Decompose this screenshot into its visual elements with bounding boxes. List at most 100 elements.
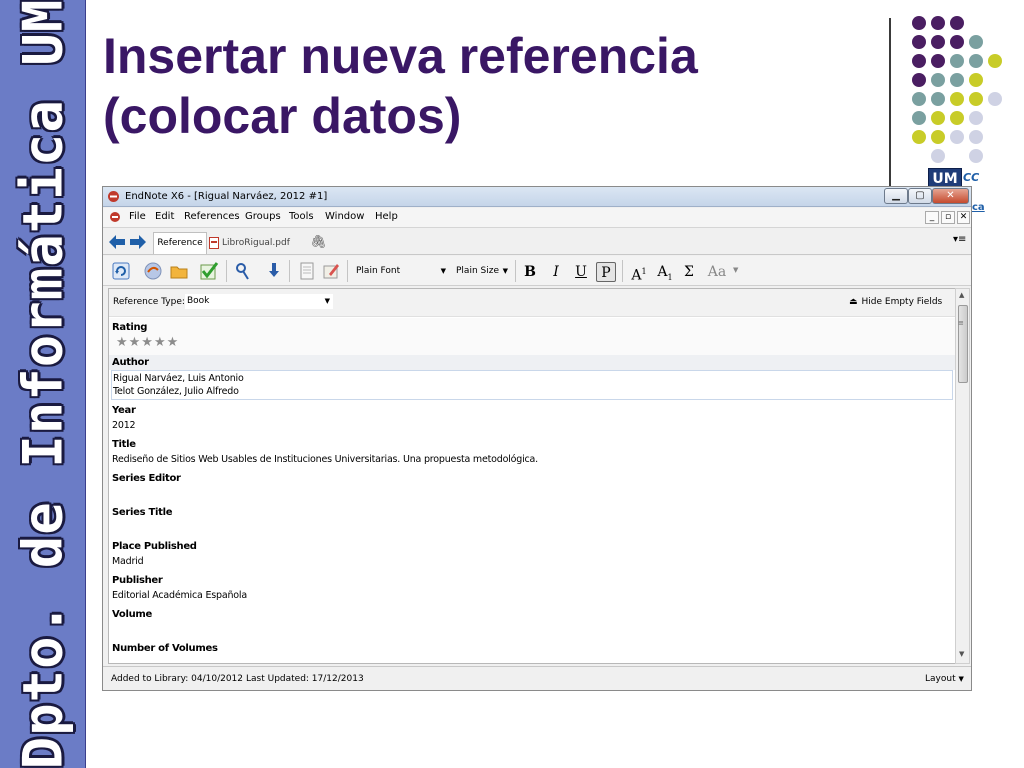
- department-banner-text: Dpto. de Informática UM: [11, 0, 75, 768]
- chevron-down-icon[interactable]: ▼: [733, 266, 738, 274]
- back-arrow-icon[interactable]: [109, 235, 125, 249]
- subscript-label: A: [657, 264, 668, 280]
- forward-arrow-icon[interactable]: [130, 235, 146, 249]
- plain-text-button[interactable]: P: [596, 262, 616, 282]
- scroll-up-arrow-icon[interactable]: ▲: [959, 291, 964, 299]
- menu-window[interactable]: Window: [325, 211, 364, 222]
- tab-menu-icon[interactable]: ▾≡: [953, 234, 966, 245]
- document-close-button[interactable]: ✕: [957, 211, 970, 224]
- symbol-button[interactable]: Σ: [679, 262, 699, 282]
- decor-dot: [931, 54, 945, 68]
- underline-button[interactable]: U: [571, 262, 591, 282]
- decor-dot: [931, 149, 945, 163]
- decor-dot: [950, 92, 964, 106]
- document-menu-icon[interactable]: [109, 211, 121, 223]
- rating-label: Rating: [112, 322, 148, 333]
- reference-type-value: Book: [187, 296, 210, 306]
- title-field[interactable]: Rediseño de Sitios Web Usables de Instit…: [112, 454, 538, 465]
- superscript-mark: 1: [641, 267, 647, 276]
- superscript-button[interactable]: A1: [629, 262, 649, 284]
- ca-logo: ca: [972, 202, 985, 213]
- reference-type-row: Reference Type: Book ▼ ⏏ Hide Empty Fields: [109, 289, 955, 317]
- endnote-app-icon: [108, 191, 119, 202]
- subscript-button[interactable]: A1: [655, 262, 675, 282]
- decor-dot: [950, 111, 964, 125]
- last-updated-date: Last Updated: 17/12/2013: [246, 674, 364, 684]
- author-field-band: [109, 355, 955, 370]
- menu-edit[interactable]: Edit: [155, 211, 174, 222]
- menu-references[interactable]: References: [184, 211, 240, 222]
- publisher-label: Publisher: [112, 575, 163, 586]
- close-button[interactable]: ✕: [932, 188, 969, 204]
- rating-field-band: [109, 318, 955, 355]
- scrollbar-grip-icon: ≡: [958, 319, 964, 327]
- document-restore-button[interactable]: ▫: [941, 211, 955, 224]
- menu-file[interactable]: File: [129, 211, 146, 222]
- minimize-button[interactable]: ▁: [884, 188, 908, 204]
- font-dropdown[interactable]: Plain Font ▼: [353, 263, 449, 279]
- decor-dot: [912, 54, 926, 68]
- author-field[interactable]: Rigual Narváez, Luis Antonio Telot Gonzá…: [111, 370, 953, 400]
- check-references-icon[interactable]: [199, 261, 219, 281]
- online-search-icon[interactable]: [143, 261, 163, 281]
- edit-pencil-icon[interactable]: [321, 261, 341, 281]
- volume-field[interactable]: [112, 624, 712, 638]
- decor-dot: [969, 35, 983, 49]
- window-titlebar[interactable]: EndNote X6 - [Rigual Narváez, 2012 #1] ▁…: [103, 187, 971, 207]
- endnote-window: EndNote X6 - [Rigual Narváez, 2012 #1] ▁…: [102, 186, 972, 691]
- scroll-down-arrow-icon[interactable]: ▼: [959, 650, 964, 658]
- window-title: EndNote X6 - [Rigual Narváez, 2012 #1]: [125, 191, 328, 202]
- hide-empty-fields-button[interactable]: ⏏ Hide Empty Fields: [849, 297, 942, 307]
- layout-dropdown[interactable]: Layout ▼: [925, 674, 964, 684]
- pdf-file-icon: [209, 236, 219, 249]
- department-banner: Dpto. de Informática UM: [0, 0, 86, 768]
- rating-stars[interactable]: ★★★★★: [116, 335, 179, 350]
- bold-button[interactable]: B: [520, 262, 540, 282]
- superscript-label: A: [631, 267, 642, 284]
- toolbar-separator: [347, 260, 348, 282]
- tab-pdf[interactable]: LibroRigual.pdf: [209, 234, 290, 252]
- decor-dot: [969, 111, 983, 125]
- menu-tools[interactable]: Tools: [289, 211, 314, 222]
- menu-bar: File Edit References Groups Tools Window…: [103, 208, 971, 228]
- chevron-down-icon: ▼: [502, 267, 508, 275]
- maximize-button[interactable]: ▢: [908, 188, 932, 204]
- scrollbar-thumb[interactable]: [958, 305, 968, 383]
- document-minimize-button[interactable]: _: [925, 211, 939, 224]
- decor-dot: [969, 92, 983, 106]
- author-label: Author: [112, 357, 149, 368]
- year-field[interactable]: 2012: [112, 420, 136, 431]
- vertical-scrollbar[interactable]: ▲ ≡ ▼: [955, 288, 970, 664]
- series-editor-field[interactable]: [112, 488, 712, 502]
- decor-dot: [931, 92, 945, 106]
- chevron-down-icon: ▼: [440, 267, 446, 275]
- decor-dot: [988, 54, 1002, 68]
- decor-dot: [912, 92, 926, 106]
- attachment-paperclip-icon[interactable]: 🖇: [310, 235, 327, 250]
- italic-button[interactable]: I: [546, 262, 566, 282]
- decor-dot: [950, 73, 964, 87]
- find-fulltext-icon[interactable]: [233, 261, 253, 281]
- formatting-toolbar: Plain Font ▼ Plain Size ▼ B I U P A1 A1 Σ …: [103, 256, 971, 286]
- menu-groups[interactable]: Groups: [245, 211, 281, 222]
- insert-citation-icon[interactable]: [263, 261, 283, 281]
- decor-dot: [931, 130, 945, 144]
- toolbar-separator: [289, 260, 290, 282]
- sync-icon[interactable]: [111, 261, 131, 281]
- size-dropdown[interactable]: Plain Size ▼: [453, 263, 511, 279]
- toolbar-separator: [515, 260, 516, 282]
- slide-title-line1: Insertar nueva referencia: [103, 28, 698, 84]
- change-case-button[interactable]: Aa: [703, 262, 731, 282]
- series-title-field[interactable]: [112, 522, 712, 536]
- tab-bar: Reference LibroRigual.pdf 🖇 ▾≡: [103, 229, 971, 255]
- open-folder-icon[interactable]: [169, 261, 189, 281]
- reference-type-dropdown[interactable]: Book ▼: [185, 294, 333, 309]
- tab-reference[interactable]: Reference: [153, 232, 207, 254]
- new-note-icon[interactable]: [297, 261, 317, 281]
- series-editor-label: Series Editor: [112, 473, 181, 484]
- place-published-field[interactable]: Madrid: [112, 556, 144, 567]
- menu-help[interactable]: Help: [375, 211, 398, 222]
- publisher-field[interactable]: Editorial Académica Española: [112, 590, 247, 601]
- size-dropdown-value: Plain Size: [456, 266, 499, 276]
- layout-label: Layout: [925, 674, 956, 684]
